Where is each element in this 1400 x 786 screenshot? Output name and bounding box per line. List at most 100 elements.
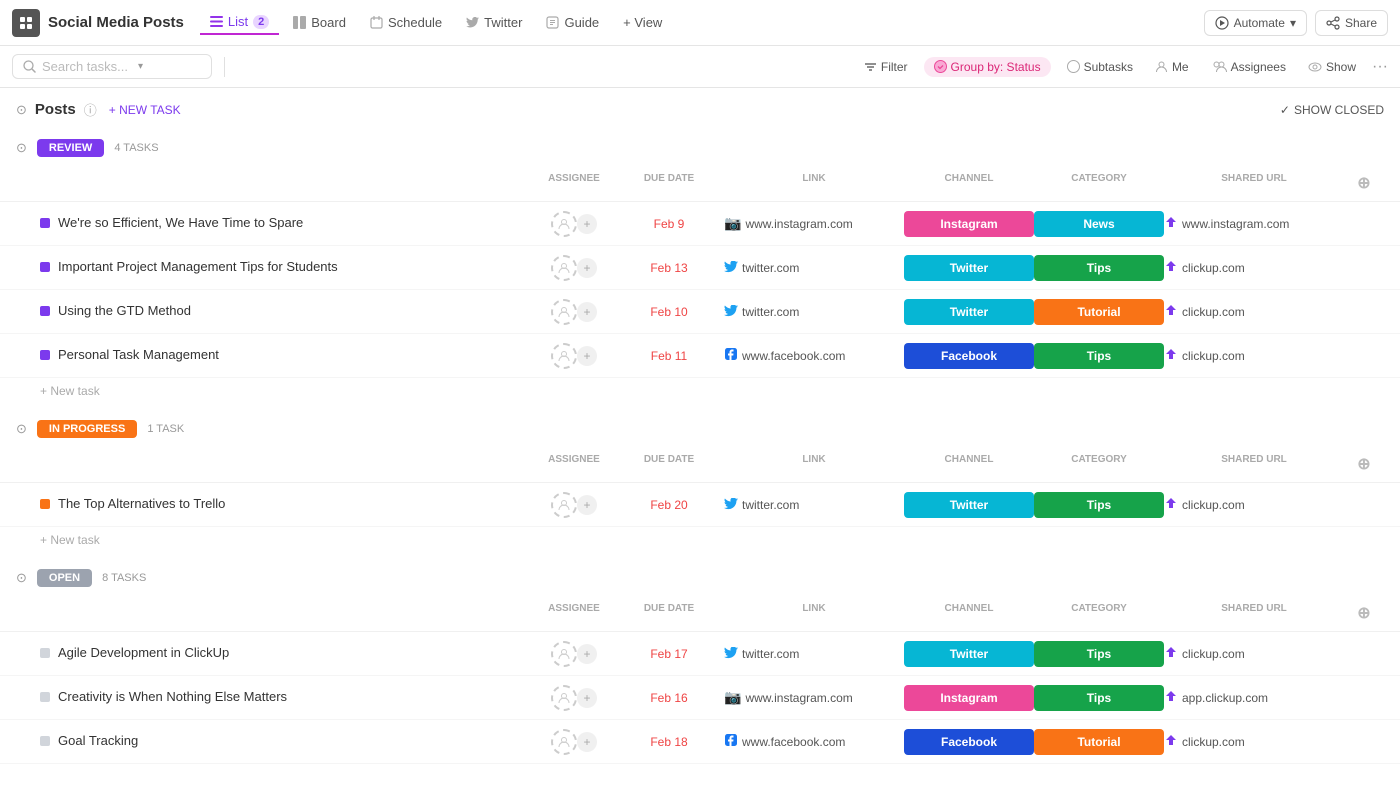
avatar[interactable]	[551, 299, 577, 325]
subtasks-button[interactable]: Subtasks	[1061, 57, 1139, 77]
add-assignee-btn[interactable]: +	[577, 688, 597, 708]
shared-url-cell[interactable]: clickup.com	[1164, 303, 1344, 320]
table-row: The Top Alternatives to Trello + Feb 20 …	[0, 483, 1400, 527]
add-assignee-btn[interactable]: +	[577, 258, 597, 278]
channel-badge[interactable]: Twitter	[904, 299, 1034, 325]
link-cell[interactable]: twitter.com	[724, 646, 904, 662]
task-name[interactable]: We're so Efficient, We Have Time to Spar…	[58, 215, 303, 232]
avatar[interactable]	[551, 211, 577, 237]
more-options-button[interactable]: ···	[1372, 58, 1388, 76]
category-badge[interactable]: Tips	[1034, 685, 1164, 711]
channel-badge[interactable]: Twitter	[904, 492, 1034, 518]
tab-twitter[interactable]: Twitter	[456, 11, 532, 34]
task-name[interactable]: The Top Alternatives to Trello	[58, 496, 225, 513]
channel-badge[interactable]: Instagram	[904, 685, 1034, 711]
assignees-button[interactable]: Assignees	[1205, 57, 1292, 77]
task-dot	[40, 692, 50, 702]
col-task	[40, 450, 534, 478]
category-badge[interactable]: Tips	[1034, 343, 1164, 369]
link-cell[interactable]: www.facebook.com	[724, 347, 904, 364]
status-badge-review[interactable]: REVIEW	[37, 139, 104, 157]
show-closed-btn[interactable]: ✓ SHOW CLOSED	[1280, 103, 1384, 117]
add-assignee-btn[interactable]: +	[577, 495, 597, 515]
due-date: Feb 13	[614, 261, 724, 275]
link-cell[interactable]: 📷 www.instagram.com	[724, 689, 904, 706]
col-assignee: ASSIGNEE	[534, 169, 614, 197]
section-new-task-btn[interactable]: + NEW TASK	[109, 103, 181, 117]
link-cell[interactable]: twitter.com	[724, 260, 904, 276]
shared-url-cell[interactable]: clickup.com	[1164, 347, 1344, 364]
avatar[interactable]	[551, 641, 577, 667]
filter-button[interactable]: Filter	[858, 57, 914, 77]
avatar[interactable]	[551, 685, 577, 711]
shared-url-cell[interactable]: app.clickup.com	[1164, 689, 1344, 706]
link-cell[interactable]: 📷 www.instagram.com	[724, 215, 904, 232]
category-badge[interactable]: Tips	[1034, 492, 1164, 518]
status-badge-in-progress[interactable]: IN PROGRESS	[37, 420, 137, 438]
add-assignee-btn[interactable]: +	[577, 644, 597, 664]
add-column-btn[interactable]: ⊕	[1344, 599, 1384, 627]
tab-guide[interactable]: Guide	[536, 11, 609, 34]
search-box[interactable]: Search tasks... ▾	[12, 54, 212, 79]
category-badge[interactable]: Tips	[1034, 641, 1164, 667]
clickup-icon	[1164, 733, 1178, 750]
shared-url-cell[interactable]: clickup.com	[1164, 733, 1344, 750]
category-badge[interactable]: Tutorial	[1034, 729, 1164, 755]
avatar[interactable]	[551, 492, 577, 518]
link-cell[interactable]: www.facebook.com	[724, 733, 904, 750]
clickup-icon	[1164, 645, 1178, 662]
avatar[interactable]	[551, 343, 577, 369]
shared-url-cell[interactable]: clickup.com	[1164, 496, 1344, 513]
task-name[interactable]: Creativity is When Nothing Else Matters	[58, 689, 287, 706]
status-badge-open[interactable]: OPEN	[37, 569, 92, 587]
add-view-btn[interactable]: + View	[613, 11, 672, 34]
due-date: Feb 20	[614, 498, 724, 512]
tab-board[interactable]: Board	[283, 11, 356, 34]
me-button[interactable]: Me	[1149, 57, 1195, 77]
channel-badge[interactable]: Twitter	[904, 255, 1034, 281]
category-badge[interactable]: Tutorial	[1034, 299, 1164, 325]
task-name[interactable]: Important Project Management Tips for St…	[58, 259, 338, 276]
shared-url-cell[interactable]: www.instagram.com	[1164, 215, 1344, 232]
channel-badge[interactable]: Facebook	[904, 343, 1034, 369]
tab-schedule[interactable]: Schedule	[360, 11, 452, 34]
shared-url-text: clickup.com	[1182, 735, 1245, 749]
task-dot	[40, 306, 50, 316]
shared-url-cell[interactable]: clickup.com	[1164, 645, 1344, 662]
share-button[interactable]: Share	[1315, 10, 1388, 36]
task-name[interactable]: Personal Task Management	[58, 347, 219, 364]
link-cell[interactable]: twitter.com	[724, 304, 904, 320]
channel-badge[interactable]: Facebook	[904, 729, 1034, 755]
group-by-button[interactable]: Group by: Status	[924, 57, 1051, 77]
category-badge[interactable]: News	[1034, 211, 1164, 237]
add-assignee-btn[interactable]: +	[577, 214, 597, 234]
automate-button[interactable]: Automate ▾	[1204, 10, 1307, 36]
add-assignee-btn[interactable]: +	[577, 732, 597, 752]
me-label: Me	[1172, 60, 1189, 74]
link-cell[interactable]: twitter.com	[724, 497, 904, 513]
group-in-progress-toggle[interactable]: ⊙	[16, 421, 27, 437]
shared-url-cell[interactable]: clickup.com	[1164, 259, 1344, 276]
task-name[interactable]: Using the GTD Method	[58, 303, 191, 320]
category-badge[interactable]: Tips	[1034, 255, 1164, 281]
channel-badge[interactable]: Instagram	[904, 211, 1034, 237]
add-assignee-btn[interactable]: +	[577, 302, 597, 322]
task-name[interactable]: Goal Tracking	[58, 733, 138, 750]
in-progress-new-task-btn[interactable]: + New task	[0, 527, 1400, 553]
add-column-btn[interactable]: ⊕	[1344, 450, 1384, 478]
tab-list[interactable]: List 2	[200, 10, 279, 35]
channel-badge[interactable]: Twitter	[904, 641, 1034, 667]
task-name[interactable]: Agile Development in ClickUp	[58, 645, 229, 662]
info-icon[interactable]: ⓘ	[84, 100, 97, 119]
add-column-btn[interactable]: ⊕	[1344, 169, 1384, 197]
avatar[interactable]	[551, 729, 577, 755]
assignee-cell: +	[534, 492, 614, 518]
show-button[interactable]: Show	[1302, 57, 1362, 77]
group-open-toggle[interactable]: ⊙	[16, 570, 27, 586]
add-assignee-btn[interactable]: +	[577, 346, 597, 366]
review-new-task-btn[interactable]: + New task	[0, 378, 1400, 404]
section-collapse-btn[interactable]: ⊙	[16, 102, 27, 118]
group-review-toggle[interactable]: ⊙	[16, 140, 27, 156]
avatar[interactable]	[551, 255, 577, 281]
col-link: LINK	[724, 450, 904, 478]
